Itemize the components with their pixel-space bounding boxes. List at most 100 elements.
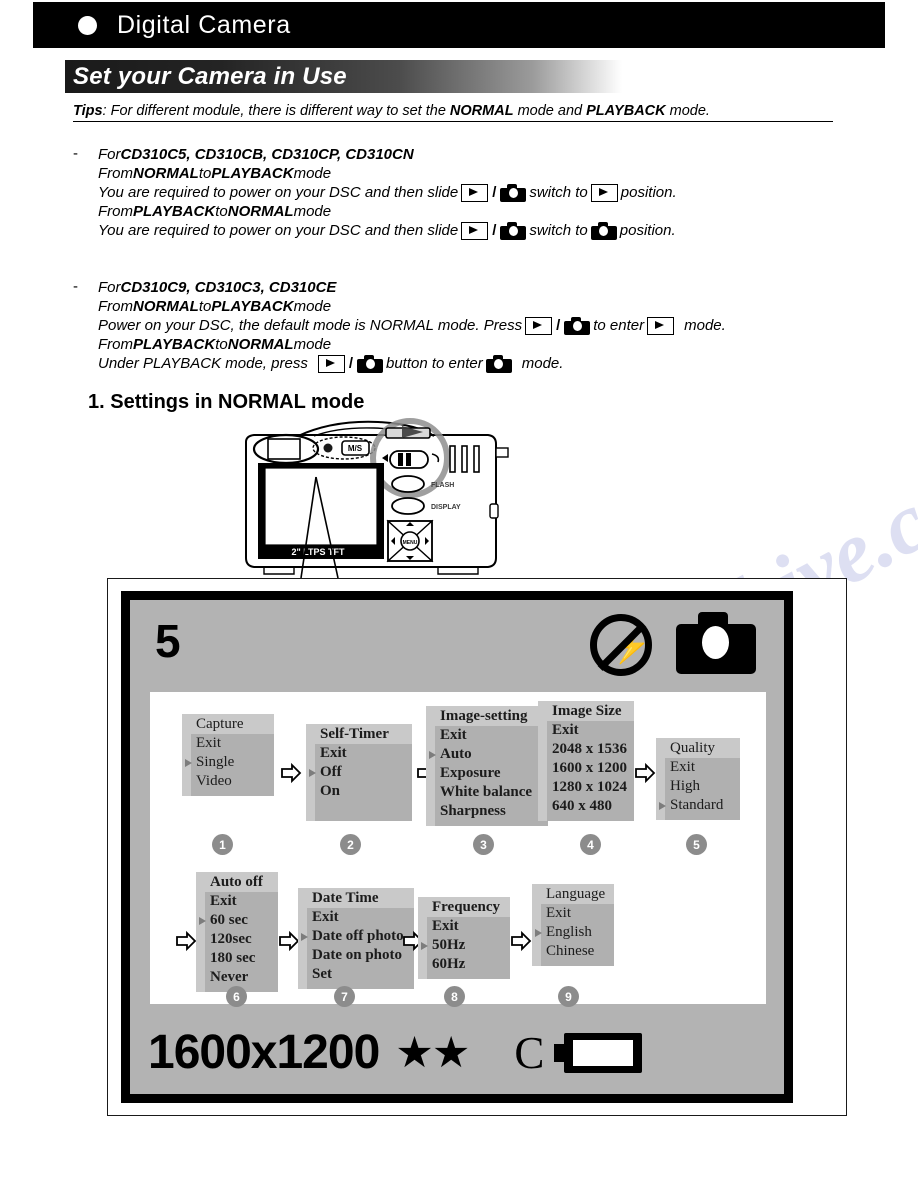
- tips-bold-2: PLAYBACK: [586, 103, 666, 119]
- camera-menu-label: MENU: [403, 540, 418, 546]
- instruction-line: You are required to power on your DSC an…: [98, 221, 677, 240]
- models-prefix: For: [98, 279, 121, 296]
- menu-box-frequency[interactable]: Frequency Exit 50Hz 60Hz: [418, 897, 510, 979]
- camera-screen-label: 2" LTPS TFT: [291, 547, 345, 557]
- mode-to: NORMAL: [227, 336, 294, 353]
- instruction-middle: switch to: [529, 184, 588, 201]
- menu-item[interactable]: Exposure: [426, 764, 542, 783]
- lcd-shot-counter: 5: [155, 615, 181, 667]
- instruction-prefix: Under PLAYBACK mode, press: [98, 355, 308, 372]
- menu-title: Date Time: [298, 888, 414, 908]
- menu-item[interactable]: High: [656, 777, 734, 796]
- menu-title: Capture: [182, 714, 274, 734]
- menu-item[interactable]: 1600 x 1200: [538, 759, 628, 778]
- menu-item[interactable]: 60Hz: [418, 955, 504, 974]
- menu-item-selected[interactable]: 50Hz: [418, 936, 504, 955]
- menu-item[interactable]: 120sec: [196, 930, 272, 949]
- menu-item-selected[interactable]: Single: [182, 753, 268, 772]
- page-header-bar: Digital Camera: [33, 2, 885, 48]
- menu-item[interactable]: Exit: [182, 734, 268, 753]
- menu-item-selected[interactable]: Off: [306, 763, 406, 782]
- mode-suffix: mode: [293, 203, 332, 220]
- mode-suffix: mode: [293, 298, 332, 315]
- camera-icon: [590, 221, 617, 240]
- menu-title: Image Size: [538, 701, 634, 721]
- menu-item[interactable]: Date on photo: [298, 946, 408, 965]
- to-text: to: [198, 298, 212, 315]
- menu-box-image-setting[interactable]: Image-setting Exit Auto Exposure White b…: [426, 706, 548, 826]
- menu-item[interactable]: Exit: [656, 758, 734, 777]
- menu-box-quality[interactable]: Quality Exit High Standard: [656, 738, 740, 820]
- instruction-suffix: mode.: [684, 317, 726, 334]
- instruction-line: Under PLAYBACK mode, press / button to e…: [98, 354, 726, 373]
- mode-transition-line: From PLAYBACK to NORMAL mode: [98, 335, 726, 354]
- flow-arrow-icon: [634, 762, 656, 784]
- menu-item[interactable]: Chinese: [532, 942, 608, 961]
- menu-item[interactable]: Exit: [196, 892, 272, 911]
- camera-diagram-svg: M/S 2" LTPS TFT FLASH DISPLAY MENU: [245, 418, 509, 579]
- tips-text-2: mode and: [513, 103, 587, 119]
- slash-separator: /: [556, 317, 561, 334]
- menu-item[interactable]: Exit: [306, 744, 406, 763]
- menu-item-selected[interactable]: Standard: [656, 796, 734, 815]
- camera-rear-illustration: M/S 2" LTPS TFT FLASH DISPLAY MENU: [238, 418, 510, 579]
- menu-items: Exit Date off photo Date on photo Set: [298, 908, 414, 989]
- menu-box-language[interactable]: Language Exit English Chinese: [532, 884, 614, 966]
- menu-item[interactable]: Sharpness: [426, 802, 542, 821]
- menu-item-selected[interactable]: English: [532, 923, 608, 942]
- from-text: From: [98, 298, 133, 315]
- menu-item[interactable]: Set: [298, 965, 408, 984]
- camera-icon: [357, 354, 383, 373]
- menu-item[interactable]: Exit: [298, 908, 408, 927]
- menu-item[interactable]: Exit: [538, 721, 628, 740]
- tips-text-3: mode.: [665, 103, 710, 119]
- menu-item[interactable]: Video: [182, 772, 268, 791]
- step-number-badge: 1: [212, 834, 233, 855]
- instruction-suffix: mode.: [521, 355, 564, 372]
- menu-item[interactable]: White balance: [426, 783, 542, 802]
- mode-suffix: mode: [293, 336, 332, 353]
- lcd-bottom-status-bar: 1600x1200 ★★ C: [130, 1012, 784, 1094]
- menu-box-self-timer[interactable]: Self-Timer Exit Off On: [306, 724, 412, 821]
- slash-separator: /: [492, 222, 497, 239]
- tips-line: Tips: For different module, there is dif…: [73, 103, 833, 122]
- menu-item[interactable]: Never: [196, 968, 272, 987]
- menu-item[interactable]: 180 sec: [196, 949, 272, 968]
- slash-separator: /: [348, 355, 353, 372]
- models-line: For CD310C9, CD310C3, CD310CE: [98, 278, 726, 297]
- menu-title: Self-Timer: [306, 724, 412, 744]
- to-text: to: [215, 336, 228, 353]
- menu-item[interactable]: 1280 x 1024: [538, 778, 628, 797]
- from-text: From: [98, 203, 133, 220]
- lcd-card-indicator: C: [514, 1027, 545, 1078]
- menu-box-capture[interactable]: Capture Exit Single Video: [182, 714, 274, 796]
- menu-item-selected[interactable]: 60 sec: [196, 911, 272, 930]
- mode-from: PLAYBACK: [133, 203, 216, 220]
- menu-items: Exit English Chinese: [532, 904, 614, 966]
- menu-item[interactable]: 2048 x 1536: [538, 740, 628, 759]
- instruction-line: Power on your DSC, the default mode is N…: [98, 316, 726, 335]
- menu-item[interactable]: On: [306, 782, 406, 801]
- lcd-screen: 5 ⚡ Capture Exit Single Video 1 Self-Tim…: [121, 591, 793, 1103]
- mode-to: PLAYBACK: [211, 165, 294, 182]
- camera-icon: [500, 183, 527, 202]
- menu-item-selected[interactable]: Date off photo: [298, 927, 408, 946]
- lcd-quality-stars: ★★: [395, 1028, 470, 1077]
- menu-item[interactable]: 640 x 480: [538, 797, 628, 816]
- section-heading-bar: Set your Camera in Use: [65, 60, 622, 93]
- svg-text:M/S: M/S: [348, 444, 363, 453]
- menu-box-date-time[interactable]: Date Time Exit Date off photo Date on ph…: [298, 888, 414, 989]
- instruction-prefix: You are required to power on your DSC an…: [98, 184, 459, 201]
- menu-item[interactable]: Exit: [418, 917, 504, 936]
- menu-item[interactable]: Exit: [532, 904, 608, 923]
- instruction-suffix: position.: [619, 222, 676, 239]
- menu-item-selected[interactable]: Auto: [426, 745, 542, 764]
- instruction-block-first-models: - For CD310C5, CD310CB, CD310CP, CD310CN…: [73, 145, 677, 240]
- bullet-dash: -: [73, 278, 78, 295]
- menu-box-auto-off[interactable]: Auto off Exit 60 sec 120sec 180 sec Neve…: [196, 872, 278, 992]
- menu-item[interactable]: Exit: [426, 726, 542, 745]
- filled-circle-icon: [78, 15, 97, 35]
- menu-box-image-size[interactable]: Image Size Exit 2048 x 1536 1600 x 1200 …: [538, 701, 634, 821]
- step-number-badge: 7: [334, 986, 355, 1007]
- flow-arrow-icon: [175, 930, 197, 952]
